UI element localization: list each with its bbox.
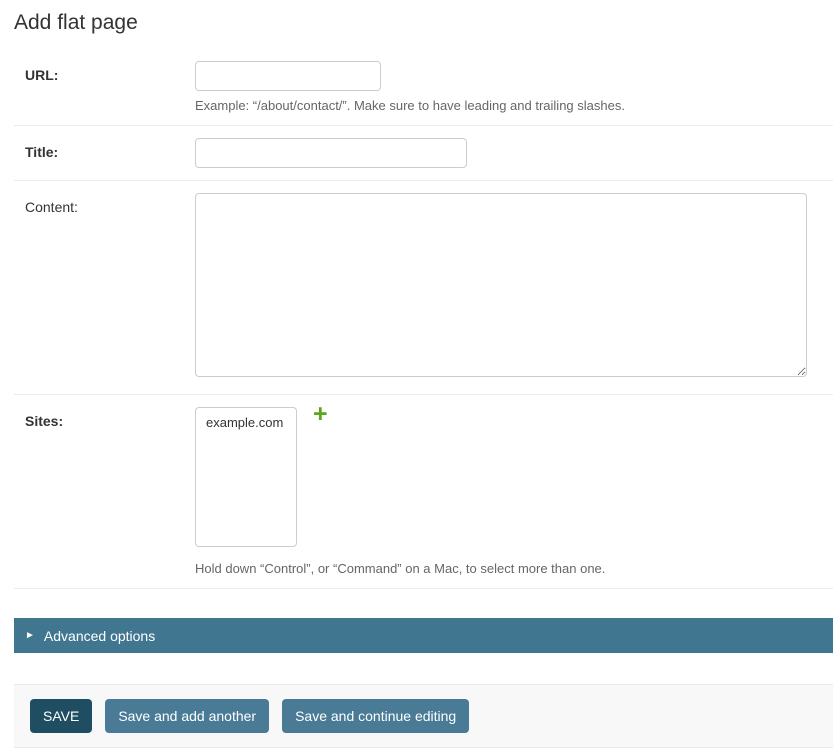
- add-site-plus-icon[interactable]: +: [313, 403, 328, 425]
- submit-row: SAVE Save and add another Save and conti…: [14, 684, 833, 748]
- save-and-continue-editing-button[interactable]: Save and continue editing: [282, 699, 469, 733]
- page-title: Add flat page: [14, 0, 833, 35]
- sites-help-text: Hold down “Control”, or “Command” on a M…: [195, 561, 833, 576]
- title-input[interactable]: [195, 138, 467, 168]
- url-help-text: Example: “/about/contact/”. Make sure to…: [195, 98, 833, 113]
- advanced-options-toggle[interactable]: ► Advanced options: [14, 618, 833, 653]
- sites-label: Sites:: [25, 407, 195, 429]
- save-button[interactable]: SAVE: [30, 699, 92, 733]
- advanced-options-label: Advanced options: [44, 628, 155, 644]
- form-row-title: Title:: [14, 126, 833, 181]
- content-textarea[interactable]: [195, 193, 807, 377]
- url-label: URL:: [25, 61, 195, 83]
- add-flatpage-page: Add flat page URL: Example: “/about/cont…: [0, 0, 833, 748]
- flatpage-form: URL: Example: “/about/contact/”. Make su…: [14, 49, 833, 589]
- url-input[interactable]: [195, 61, 381, 91]
- title-label: Title:: [25, 138, 195, 160]
- content-label: Content:: [25, 193, 195, 215]
- collapse-arrow-icon: ►: [25, 631, 35, 641]
- form-row-sites: Sites: example.com + Hold down “Control”…: [14, 395, 833, 589]
- sites-select[interactable]: example.com: [195, 407, 297, 547]
- form-row-url: URL: Example: “/about/contact/”. Make su…: [14, 49, 833, 126]
- save-and-add-another-button[interactable]: Save and add another: [105, 699, 269, 733]
- form-row-content: Content:: [14, 181, 833, 395]
- sites-option[interactable]: example.com: [196, 412, 296, 433]
